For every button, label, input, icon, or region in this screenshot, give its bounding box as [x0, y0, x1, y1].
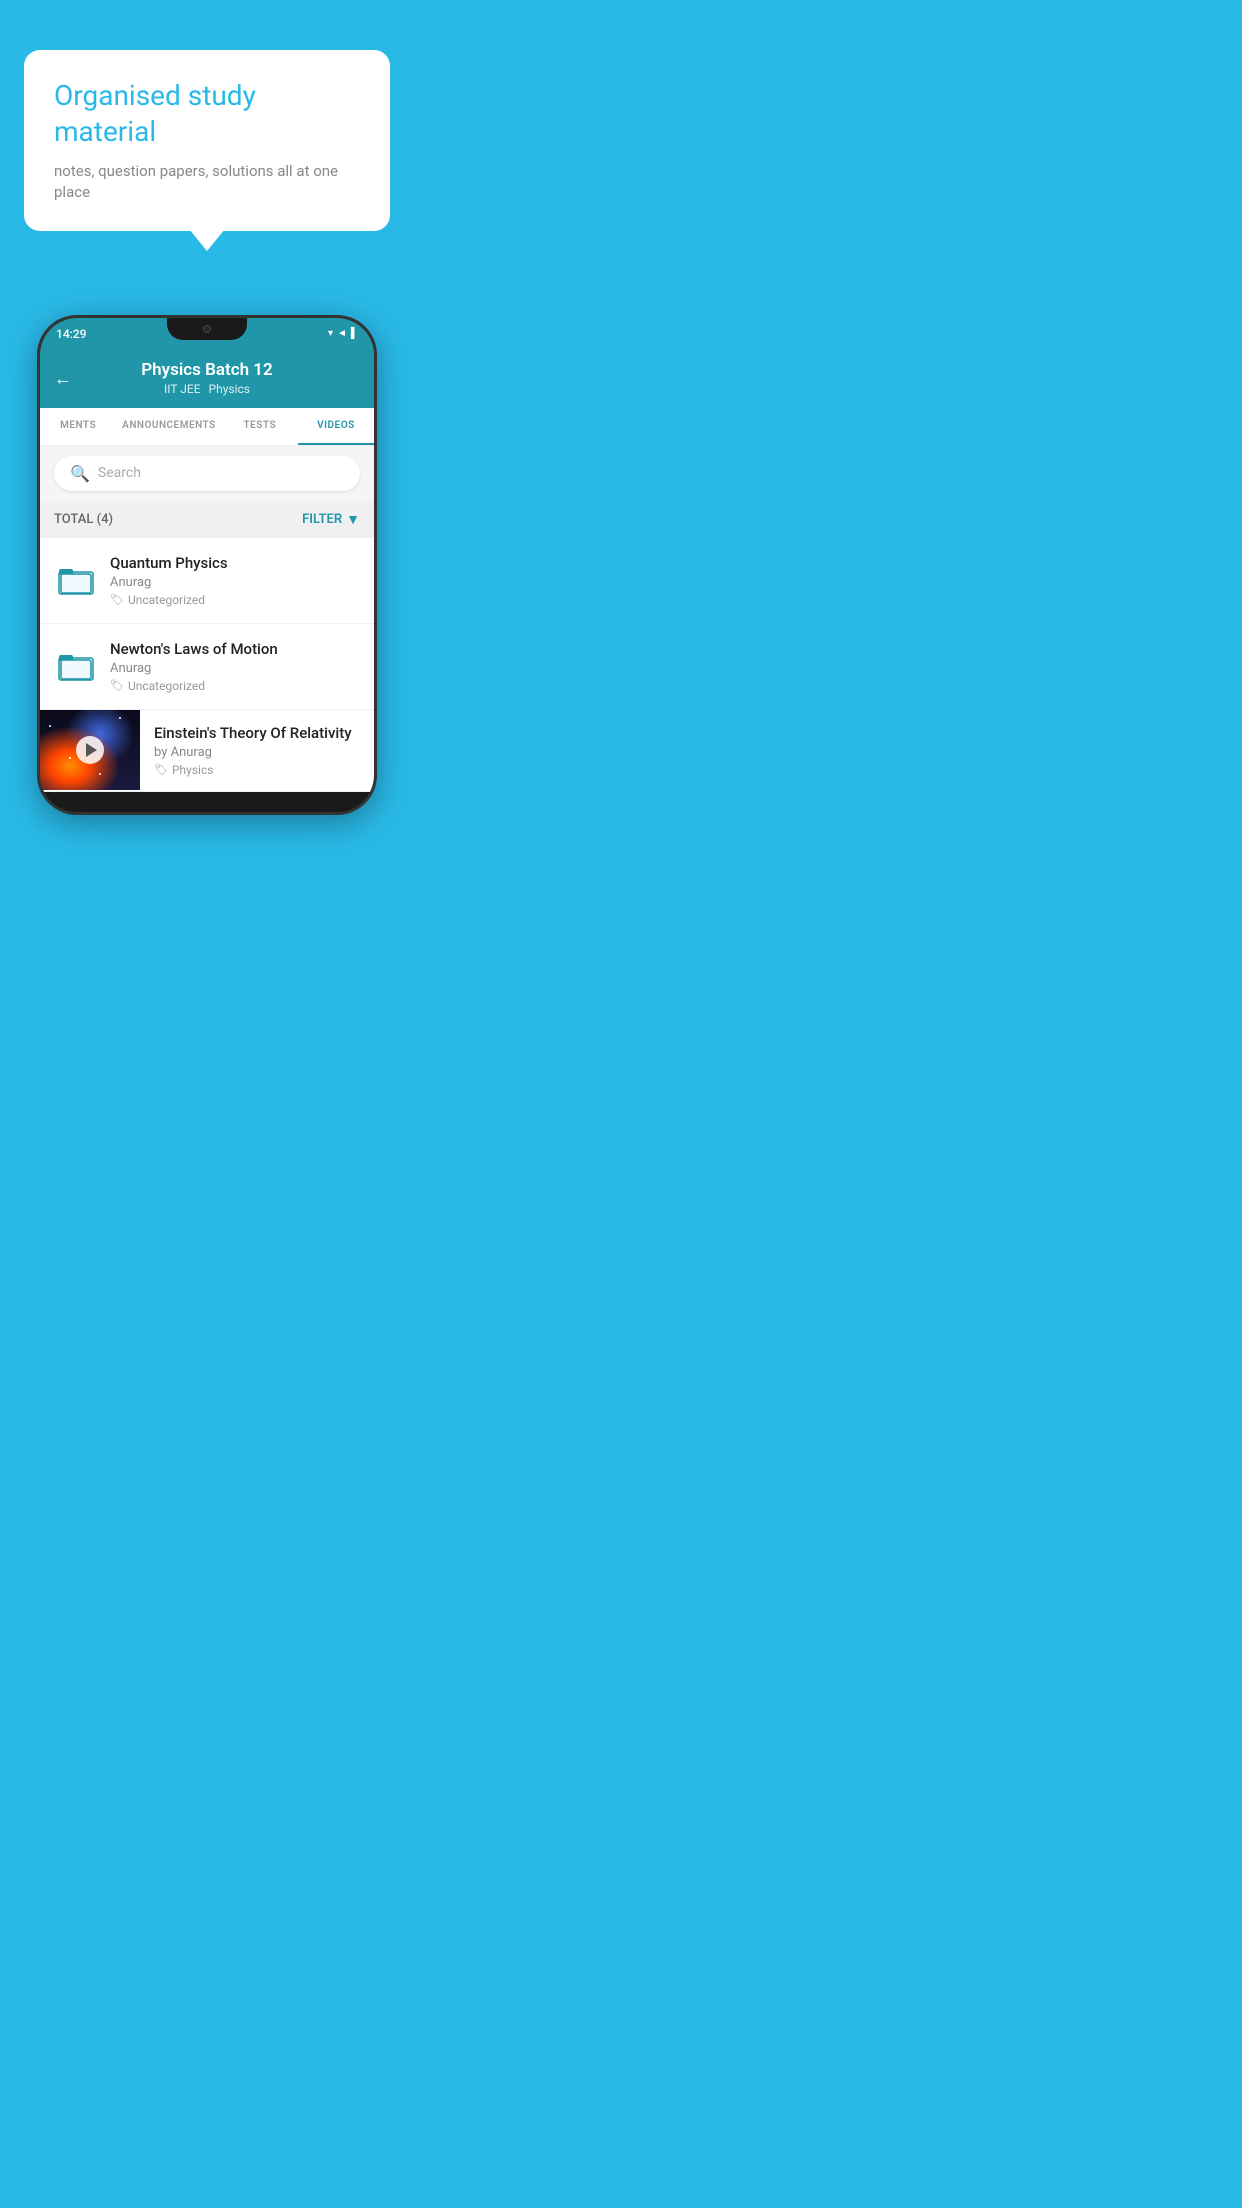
search-bar: 🔍 Search — [40, 446, 374, 501]
filter-icon: ▼ — [346, 511, 360, 528]
camera-dot — [203, 325, 211, 333]
tab-tests[interactable]: TESTS — [222, 408, 298, 445]
video-item-newton[interactable]: Newton's Laws of Motion Anurag 🏷 Uncateg… — [40, 624, 374, 710]
video-author-quantum: Anurag — [110, 575, 360, 590]
play-button[interactable] — [76, 736, 104, 764]
header-title: Physics Batch 12 — [141, 360, 272, 380]
bubble-title: Organised study material — [54, 78, 360, 151]
search-icon: 🔍 — [70, 464, 90, 483]
header-subtitle-iitjee: IIT JEE — [164, 382, 201, 396]
wifi-icon: ▾ — [328, 328, 333, 339]
video-item-info-quantum: Quantum Physics Anurag 🏷 Uncategorized — [110, 554, 360, 607]
status-time: 14:29 — [56, 327, 86, 341]
video-item-info-einstein: Einstein's Theory Of Relativity by Anura… — [140, 710, 374, 791]
tab-ments[interactable]: MENTS — [40, 408, 116, 445]
play-icon — [86, 743, 97, 757]
video-item-info-newton: Newton's Laws of Motion Anurag 🏷 Uncateg… — [110, 640, 360, 693]
tag-icon-quantum: 🏷 — [110, 593, 124, 606]
battery-icon: ▌ — [351, 328, 358, 339]
tabs-bar: MENTS ANNOUNCEMENTS TESTS VIDEOS — [40, 408, 374, 446]
tag-label-quantum: Uncategorized — [128, 593, 205, 607]
search-input-wrapper[interactable]: 🔍 Search — [54, 456, 360, 491]
filter-button[interactable]: FILTER ▼ — [302, 511, 360, 528]
tag-label-newton: Uncategorized — [128, 679, 205, 693]
video-list: Quantum Physics Anurag 🏷 Uncategorized — [40, 538, 374, 792]
phone-wrapper: 14:29 ▾ ◄ ▌ ← Physics Batch 12 IIT JEE P… — [0, 315, 414, 815]
phone-notch — [167, 318, 247, 340]
total-label: TOTAL (4) — [54, 512, 113, 527]
video-title-einstein: Einstein's Theory Of Relativity — [154, 724, 360, 742]
tab-announcements[interactable]: ANNOUNCEMENTS — [116, 408, 222, 445]
side-button-left — [37, 458, 39, 508]
header-subtitle-physics: Physics — [209, 382, 250, 396]
back-button[interactable]: ← — [54, 368, 72, 389]
app-header: ← Physics Batch 12 IIT JEE Physics — [40, 350, 374, 408]
phone-bottom-edge — [40, 792, 374, 812]
video-item-einstein[interactable]: Einstein's Theory Of Relativity by Anura… — [40, 710, 374, 792]
signal-icon: ◄ — [337, 328, 347, 339]
video-tag-newton: 🏷 Uncategorized — [110, 679, 360, 693]
phone-mockup: 14:29 ▾ ◄ ▌ ← Physics Batch 12 IIT JEE P… — [37, 315, 377, 815]
filter-label: FILTER — [302, 512, 342, 527]
top-section: Organised study material notes, question… — [0, 0, 414, 275]
video-title-quantum: Quantum Physics — [110, 554, 360, 572]
folder-icon-quantum — [54, 558, 98, 602]
folder-icon-newton — [54, 644, 98, 688]
video-tag-einstein: 🏷 Physics — [154, 763, 360, 777]
video-author-einstein: by Anurag — [154, 745, 360, 760]
video-thumbnail-einstein — [40, 710, 140, 790]
side-button-right — [375, 478, 377, 548]
tab-videos[interactable]: VIDEOS — [298, 408, 374, 445]
tag-icon-newton: 🏷 — [110, 679, 124, 692]
filter-bar: TOTAL (4) FILTER ▼ — [40, 501, 374, 538]
video-title-newton: Newton's Laws of Motion — [110, 640, 360, 658]
search-placeholder: Search — [98, 465, 141, 481]
video-tag-quantum: 🏷 Uncategorized — [110, 593, 360, 607]
video-item-quantum[interactable]: Quantum Physics Anurag 🏷 Uncategorized — [40, 538, 374, 624]
speech-bubble: Organised study material notes, question… — [24, 50, 390, 231]
status-icons: ▾ ◄ ▌ — [328, 328, 358, 339]
bubble-subtitle: notes, question papers, solutions all at… — [54, 161, 360, 203]
header-subtitle: IIT JEE Physics — [164, 382, 250, 396]
tag-label-einstein: Physics — [172, 763, 213, 777]
video-author-newton: Anurag — [110, 661, 360, 676]
tag-icon-einstein: 🏷 — [154, 763, 168, 776]
